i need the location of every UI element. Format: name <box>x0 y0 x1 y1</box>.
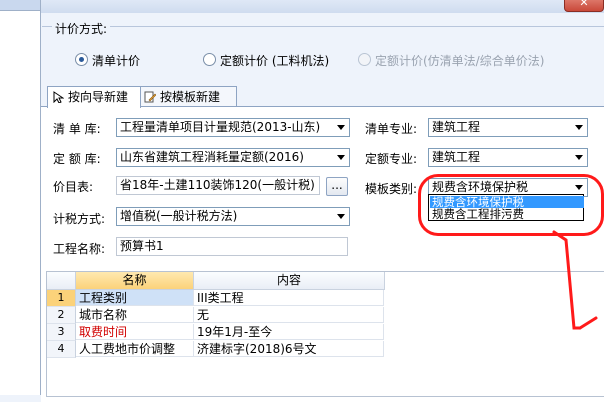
annotation-ring <box>418 174 604 236</box>
radio-dinge-fangqingdan-label: 定额计价(仿清单法/综合单价法) <box>375 54 545 68</box>
left-pane <box>0 0 41 395</box>
qingdan-zhuanye-label: 清单专业: <box>365 122 418 136</box>
chevron-down-icon <box>337 155 345 160</box>
radio-dinge-gongliaoji-label: 定额计价 (工料机法) <box>220 54 330 68</box>
table-corner <box>47 272 76 290</box>
tab-template-label: 按模板新建 <box>160 90 221 104</box>
row-number[interactable]: 4 <box>47 341 76 358</box>
dinge-ku-value: 山东省建筑工程消耗量定额(2016) <box>120 150 304 164</box>
moban-label: 模板类别: <box>365 182 418 196</box>
dinge-zhuanye-value: 建筑工程 <box>432 150 481 164</box>
jishui-label: 计税方式: <box>53 212 106 226</box>
chevron-down-icon <box>337 214 345 219</box>
radio-unchecked-icon <box>203 53 216 66</box>
table-cell-name[interactable]: 城市名称 <box>76 307 194 323</box>
chevron-down-icon <box>337 125 345 130</box>
qingdan-ku-value: 工程量清单项目计量规范(2013-山东) <box>120 120 321 134</box>
table-cell-content[interactable]: 济建标字(2018)6号文 <box>194 341 384 357</box>
row-number[interactable]: 2 <box>47 307 76 324</box>
pricing-method-legend: 计价方式: <box>52 20 111 37</box>
radio-checked-icon <box>75 53 88 66</box>
template-icon <box>144 89 157 103</box>
dinge-zhuanye-select[interactable]: 建筑工程 <box>428 148 588 167</box>
tab-wizard-label: 按向导新建 <box>68 90 129 104</box>
radio-qingdan-label: 清单计价 <box>92 54 141 68</box>
radio-disabled-icon <box>358 53 371 66</box>
table-cell-content[interactable]: 无 <box>194 307 384 323</box>
title-bar: ✕ <box>41 0 604 13</box>
close-button[interactable]: ✕ <box>564 0 604 12</box>
qingdan-ku-label: 清 单 库: <box>53 122 101 136</box>
table-cell-content[interactable]: 19年1月-至今 <box>194 324 384 340</box>
tab-wizard[interactable]: 按向导新建 <box>47 86 141 108</box>
left-pane-header <box>0 0 40 11</box>
radio-dinge-fangqingdan: 定额计价(仿清单法/综合单价法) <box>358 52 544 69</box>
radio-qingdan[interactable]: 清单计价 <box>75 52 140 69</box>
gongcheng-label: 工程名称: <box>53 242 106 256</box>
row-number[interactable]: 1 <box>47 290 76 307</box>
table-cell-name[interactable]: 人工费地市价调整 <box>76 341 194 357</box>
jishui-select[interactable]: 增值税(一般计税方法) <box>116 207 350 226</box>
tab-template[interactable]: 按模板新建 <box>139 86 237 107</box>
row-number[interactable]: 3 <box>47 324 76 341</box>
close-icon: ✕ <box>579 0 589 9</box>
qingdan-zhuanye-select[interactable]: 建筑工程 <box>428 118 588 137</box>
wizard-icon <box>52 89 65 104</box>
jiamu-field[interactable]: 省18年-土建110装饰120(一般计税) <box>116 176 320 195</box>
jishui-value: 增值税(一般计税方法) <box>120 209 238 223</box>
table-cell-content[interactable]: III类工程 <box>194 290 384 306</box>
table-header-content[interactable]: 内容 <box>194 272 385 290</box>
chevron-down-icon <box>575 125 583 130</box>
table-header-name[interactable]: 名称 <box>76 272 194 290</box>
table-cell-name[interactable]: 工程类别 <box>76 290 194 306</box>
chevron-down-icon <box>575 155 583 160</box>
dinge-ku-select[interactable]: 山东省建筑工程消耗量定额(2016) <box>116 148 350 167</box>
annotation-arrow <box>552 230 598 330</box>
radio-dinge-gongliaoji[interactable]: 定额计价 (工料机法) <box>203 52 329 69</box>
qingdan-zhuanye-value: 建筑工程 <box>432 120 481 134</box>
jiamu-label: 价目表: <box>53 180 94 194</box>
dinge-ku-label: 定 额 库: <box>53 152 101 166</box>
qingdan-ku-select[interactable]: 工程量清单项目计量规范(2013-山东) <box>116 118 350 137</box>
dinge-zhuanye-label: 定额专业: <box>365 152 418 166</box>
table-cell-name[interactable]: 取费时间 <box>76 324 194 340</box>
project-info-table: 名称 内容 1 工程类别 III类工程 2 城市名称 无 3 取费时间 19年1… <box>46 271 604 397</box>
gongcheng-name-field[interactable]: 预算书1 <box>116 237 348 256</box>
jiamu-browse-button[interactable]: ... <box>326 177 348 196</box>
